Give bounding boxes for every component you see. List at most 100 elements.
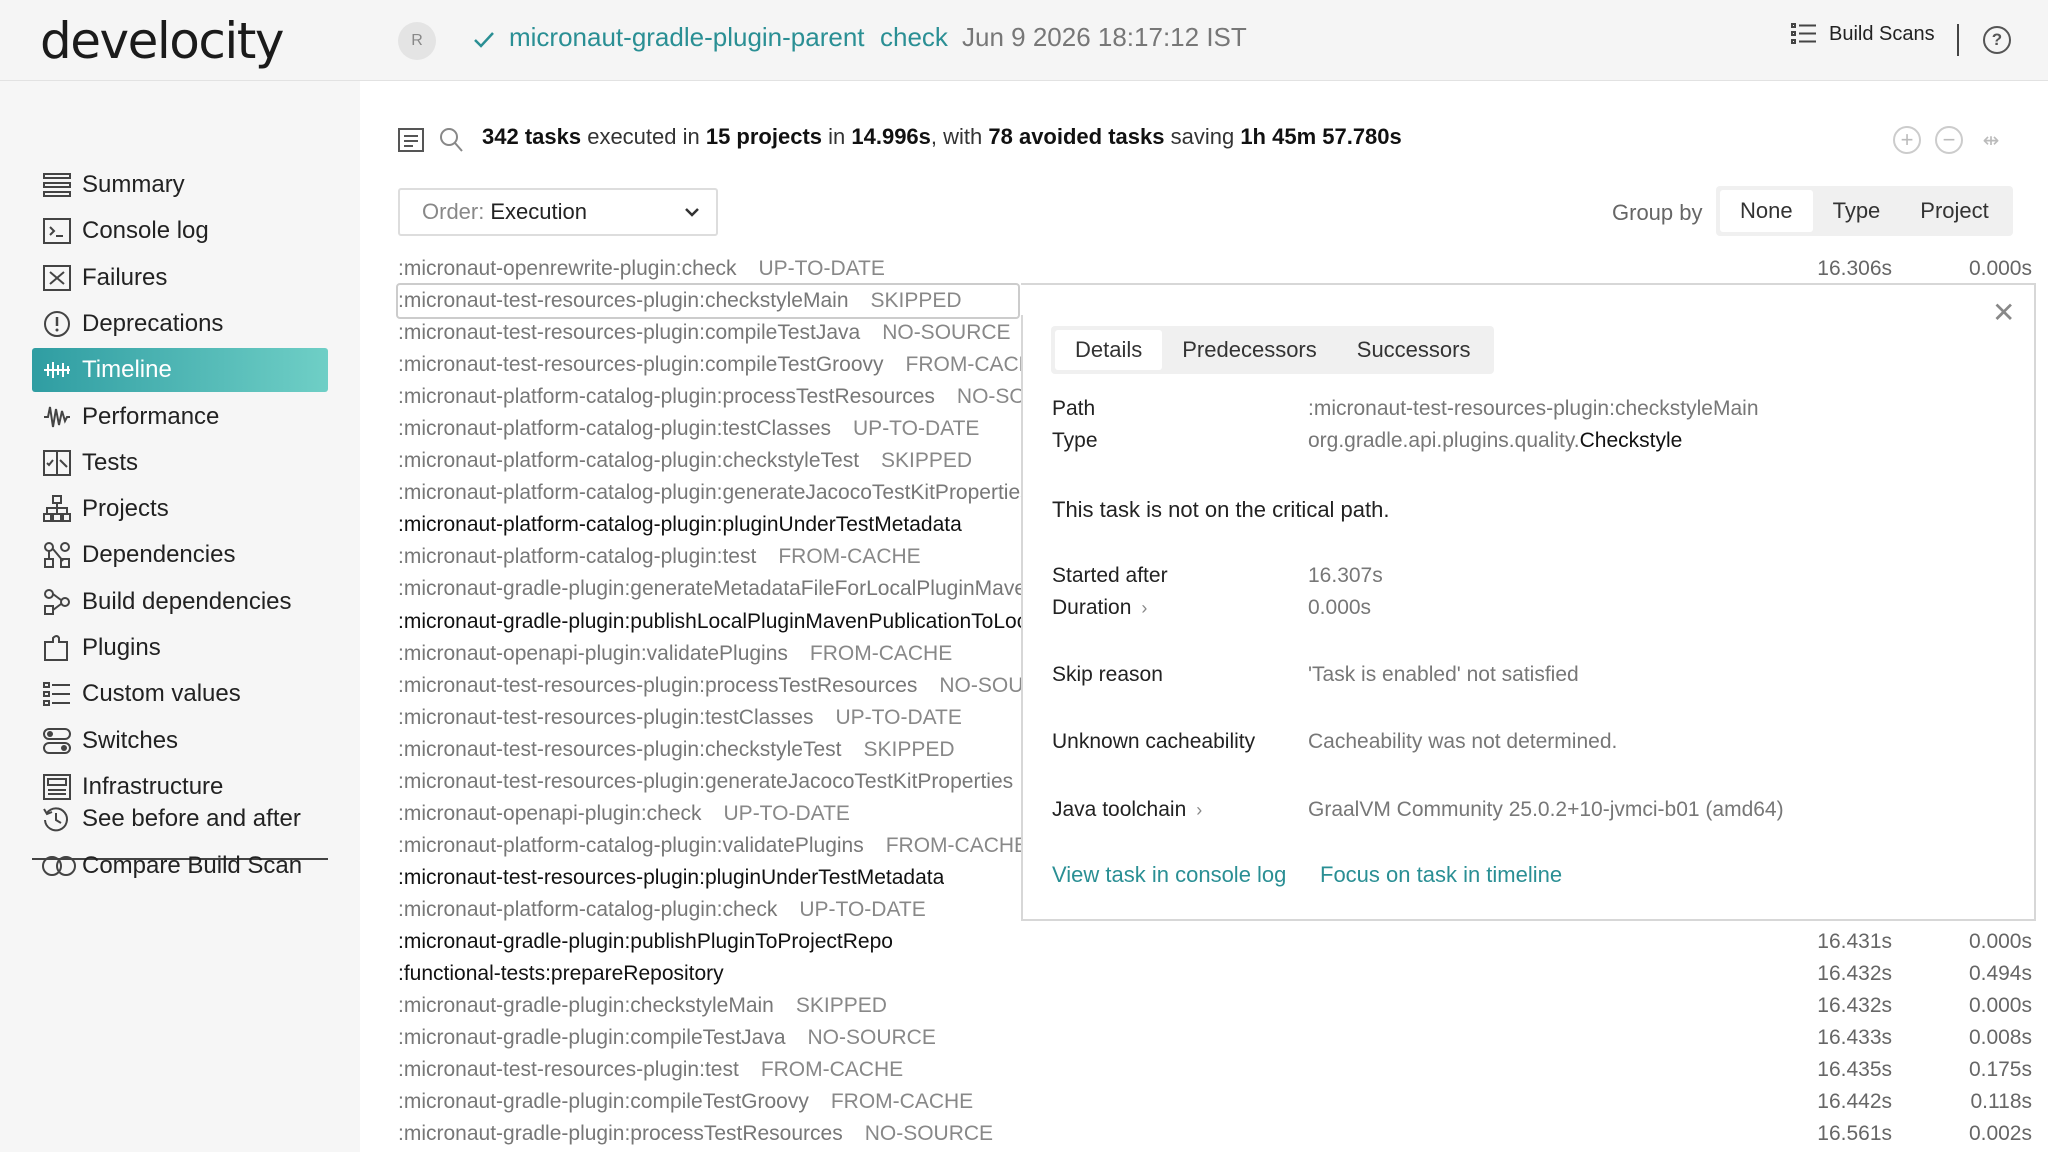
sidebar-item-deprecations[interactable]: Deprecations xyxy=(32,302,328,346)
sidebar-item-tests[interactable]: Tests xyxy=(32,441,328,485)
task-path[interactable]: :micronaut-gradle-plugin:compileTestGroo… xyxy=(398,1090,809,1114)
sidebar-item-timeline[interactable]: Timeline xyxy=(32,348,328,393)
task-path[interactable]: :micronaut-gradle-plugin:compileTestJava xyxy=(398,1026,786,1050)
sidebar-item-label: Compare Build Scan xyxy=(82,851,303,879)
task-path[interactable]: :micronaut-test-resources-plugin:test xyxy=(398,1058,739,1082)
task-row[interactable]: :micronaut-gradle-plugin:compileTestGroo… xyxy=(398,1086,2038,1118)
focus-in-timeline-link[interactable]: Focus on task in timeline xyxy=(1320,862,1562,888)
requested-task-link[interactable]: check xyxy=(880,22,948,53)
sidebar-item-performance[interactable]: Performance xyxy=(32,395,328,439)
sidebar-item-summary[interactable]: Summary xyxy=(32,163,328,207)
task-start: 16.431s xyxy=(1817,930,1892,953)
task-path[interactable]: :micronaut-openapi-plugin:validatePlugin… xyxy=(398,642,788,666)
task-path[interactable]: :functional-tests:prepareRepository xyxy=(398,962,724,986)
task-start: 16.442s xyxy=(1817,1090,1892,1114)
sidebar-item-label: Summary xyxy=(82,171,185,198)
top-header: develocity R micronaut-gradle-plugin-par… xyxy=(0,0,2048,81)
task-row[interactable]: :micronaut-gradle-plugin:checkstyleMain S… xyxy=(398,990,2038,1022)
fit-width-icon[interactable]: ⇹ xyxy=(1977,126,2005,154)
task-row[interactable]: :micronaut-gradle-plugin:processTestReso… xyxy=(398,1118,2038,1150)
build-dependencies-icon xyxy=(32,588,82,616)
type-class: Checkstyle xyxy=(1579,429,1683,452)
duration-label[interactable]: Duration › xyxy=(1052,596,1147,620)
started-label: Started after xyxy=(1052,564,1168,587)
task-row[interactable]: :micronaut-test-resources-plugin:checkst… xyxy=(396,283,1020,320)
group-by-type[interactable]: Type xyxy=(1813,190,1901,232)
task-path[interactable]: :micronaut-platform-catalog-plugin:testC… xyxy=(398,417,831,441)
sidebar-item-label: Dependencies xyxy=(82,541,236,569)
order-select[interactable]: Order: Execution xyxy=(398,188,718,236)
summary-icon[interactable] xyxy=(397,126,425,154)
sidebar-item-build-dependencies[interactable]: Build dependencies xyxy=(32,580,328,624)
task-path[interactable]: :micronaut-platform-catalog-plugin:test xyxy=(398,545,756,569)
task-row[interactable]: :micronaut-test-resources-plugin:test FRO… xyxy=(398,1054,2038,1086)
task-outcome: UP-TO-DATE xyxy=(758,257,885,281)
task-path[interactable]: :micronaut-test-resources-plugin:checkst… xyxy=(398,289,849,313)
search-icon[interactable] xyxy=(438,126,464,154)
task-path[interactable]: :micronaut-test-resources-plugin:testCla… xyxy=(398,706,814,730)
sidebar-item-projects[interactable]: Projects xyxy=(32,487,328,531)
project-name-link[interactable]: micronaut-gradle-plugin-parent xyxy=(509,22,865,53)
task-path[interactable]: :micronaut-openapi-plugin:check xyxy=(398,802,702,826)
path-value: :micronaut-test-resources-plugin:checkst… xyxy=(1308,397,1759,420)
close-icon[interactable]: ✕ xyxy=(1992,296,2015,329)
task-path[interactable]: :micronaut-test-resources-plugin:compile… xyxy=(398,321,860,345)
task-path[interactable]: :micronaut-gradle-plugin:generateMetadat… xyxy=(398,577,1021,601)
task-row[interactable]: :micronaut-openrewrite-plugin:check UP-TO… xyxy=(398,253,2038,285)
tab-predecessors[interactable]: Predecessors xyxy=(1162,330,1337,370)
build-scans-label: Build Scans xyxy=(1829,22,1935,45)
critical-path-note: This task is not on the critical path. xyxy=(1052,497,1390,522)
task-path[interactable]: :micronaut-test-resources-plugin:pluginU… xyxy=(398,866,944,890)
tests-icon xyxy=(32,449,82,477)
sidebar-item-failures[interactable]: Failures xyxy=(32,256,328,300)
group-by-none[interactable]: None xyxy=(1720,190,1813,232)
sidebar-item-label: Timeline xyxy=(82,356,172,384)
history-icon xyxy=(32,805,82,833)
chevron-down-icon xyxy=(685,208,699,217)
sidebar-item-console-log[interactable]: Console log xyxy=(32,209,328,253)
task-row[interactable]: :micronaut-gradle-plugin:compileTestJava… xyxy=(398,1022,2038,1054)
task-path[interactable]: :micronaut-gradle-plugin:checkstyleMain xyxy=(398,994,774,1018)
sidebar-item-compare-build-scan[interactable]: Compare Build Scan xyxy=(32,844,328,888)
summary-icon xyxy=(32,171,82,199)
task-path[interactable]: :micronaut-platform-catalog-plugin:plugi… xyxy=(398,513,962,537)
task-start: 16.306s xyxy=(1817,257,1892,281)
task-path[interactable]: :micronaut-platform-catalog-plugin:gener… xyxy=(398,481,1021,505)
develocity-logo[interactable]: develocity xyxy=(40,12,284,70)
tab-details[interactable]: Details xyxy=(1055,330,1163,370)
task-outcome: SKIPPED xyxy=(795,994,887,1018)
task-path[interactable]: :micronaut-platform-catalog-plugin:valid… xyxy=(398,834,864,858)
compare-icon xyxy=(32,852,82,880)
zoom-out-icon[interactable]: − xyxy=(1935,126,1963,154)
group-by-project[interactable]: Project xyxy=(1900,190,2008,232)
task-path[interactable]: :micronaut-test-resources-plugin:checkst… xyxy=(398,738,842,762)
task-path[interactable]: :micronaut-openrewrite-plugin:check xyxy=(398,257,737,281)
sidebar-item-dependencies[interactable]: Dependencies xyxy=(32,533,328,577)
task-row[interactable]: :functional-tests:prepareRepository 16.43… xyxy=(398,958,2038,990)
sidebar-item-plugins[interactable]: Plugins xyxy=(32,626,328,670)
task-path[interactable]: :micronaut-platform-catalog-plugin:check xyxy=(398,898,777,922)
performance-icon xyxy=(32,403,82,431)
task-row[interactable]: :micronaut-gradle-plugin:publishPluginTo… xyxy=(398,926,2038,958)
task-path[interactable]: :micronaut-test-resources-plugin:generat… xyxy=(398,770,1013,794)
sidebar-item-see-before-and-after[interactable]: See before and after xyxy=(32,797,328,841)
tab-successors[interactable]: Successors xyxy=(1337,330,1491,370)
view-in-console-link[interactable]: View task in console log xyxy=(1052,862,1286,888)
task-path[interactable]: :micronaut-platform-catalog-plugin:check… xyxy=(398,449,859,473)
avatar[interactable]: R xyxy=(398,22,436,60)
group-by-label: Group by xyxy=(1612,200,1703,225)
sidebar-item-switches[interactable]: Switches xyxy=(32,719,328,763)
help-icon[interactable]: ? xyxy=(1983,26,2011,54)
sidebar: Summary Console log Failures Deprecations Ti… xyxy=(0,81,360,1152)
task-path[interactable]: :micronaut-gradle-plugin:publishLocalPlu… xyxy=(398,610,1021,634)
toolchain-label[interactable]: Java toolchain › xyxy=(1052,798,1202,822)
task-path[interactable]: :micronaut-gradle-plugin:processTestReso… xyxy=(398,1122,843,1146)
task-path[interactable]: :micronaut-gradle-plugin:publishPluginTo… xyxy=(398,930,893,954)
build-scans-button[interactable]: Build Scans xyxy=(1791,22,1935,46)
task-path[interactable]: :micronaut-test-resources-plugin:compile… xyxy=(398,353,884,377)
task-path[interactable]: :micronaut-test-resources-plugin:process… xyxy=(398,674,917,698)
task-path[interactable]: :micronaut-platform-catalog-plugin:proce… xyxy=(398,385,935,409)
zoom-in-icon[interactable]: + xyxy=(1893,126,1921,154)
sidebar-item-custom-values[interactable]: Custom values xyxy=(32,672,328,716)
details-tabs: Details Predecessors Successors xyxy=(1051,326,1495,374)
